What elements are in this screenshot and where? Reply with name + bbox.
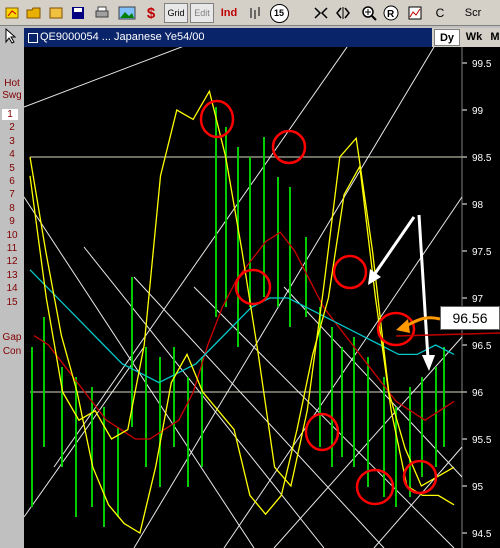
tab-daily[interactable]: Dy	[434, 29, 460, 46]
trendline	[24, 47, 183, 108]
window-icon	[28, 33, 38, 43]
chart-type-icon[interactable]	[406, 3, 424, 23]
white-arrow	[417, 214, 430, 360]
svg-text:R: R	[387, 9, 395, 20]
save-icon[interactable]	[68, 3, 88, 23]
swing-number-9[interactable]: 9	[0, 216, 24, 227]
swing-label: Swg	[2, 90, 22, 101]
con-label[interactable]: Con	[0, 346, 24, 357]
swing-number-7[interactable]: 7	[0, 189, 24, 200]
window-title: QE9000054 ... Japanese Ye54/00	[40, 31, 205, 43]
trendline	[24, 346, 145, 518]
gap-label[interactable]: Gap	[0, 332, 24, 343]
swing-number-6[interactable]: 6	[0, 176, 24, 187]
tab-monthly[interactable]: M	[488, 29, 500, 46]
scroll-button[interactable]: Scr	[460, 3, 486, 23]
swing-number-13[interactable]: 13	[0, 270, 24, 281]
swing-number-15[interactable]: 15	[0, 297, 24, 308]
annotation-circle	[332, 254, 368, 290]
swing-number-10[interactable]: 10	[0, 230, 24, 241]
expand-icon[interactable]	[334, 3, 352, 23]
zoom-icon[interactable]	[360, 3, 378, 23]
y-tick-label: 98.5	[472, 153, 492, 164]
annotation-circle	[355, 468, 395, 506]
grid-button[interactable]: Grid	[164, 3, 188, 23]
chart-window-titlebar[interactable]: QE9000054 ... Japanese Ye54/00	[24, 28, 432, 47]
y-tick-label: 95.5	[472, 435, 492, 446]
swing-number-2[interactable]: 2	[0, 122, 24, 133]
y-tick-label: 96.5	[472, 341, 492, 352]
white-arrow	[372, 216, 416, 276]
y-tick-label: 97.5	[472, 247, 492, 258]
y-tick-label: 98	[472, 200, 484, 211]
annotation-circle	[304, 412, 340, 452]
y-tick-label: 99	[472, 106, 484, 117]
y-tick-label: 99.5	[472, 59, 492, 70]
pointer-tool-icon[interactable]	[4, 27, 18, 49]
yellow-envelope-upper-line	[29, 89, 455, 488]
swing-number-5[interactable]: 5	[0, 163, 24, 174]
hot-label: Hot	[4, 78, 20, 89]
swing-number-1[interactable]: 1	[2, 109, 18, 120]
tab-weekly[interactable]: Wk	[462, 29, 486, 46]
callout-arrow-head	[396, 319, 410, 333]
swing-number-12[interactable]: 12	[0, 256, 24, 267]
bars-icon[interactable]	[246, 3, 264, 23]
interval-value: 15	[269, 3, 289, 23]
y-tick-label: 96	[472, 388, 484, 399]
dollar-button[interactable]: $	[144, 3, 158, 23]
y-tick-label: 95	[472, 482, 484, 493]
refresh-icon[interactable]: R	[382, 3, 400, 23]
interval-button[interactable]: 15	[268, 3, 290, 23]
price-chart[interactable]: 99.5 99 98.5 98 97.5 97 96.5 96 95.5 95 94.5	[24, 47, 500, 548]
trendline	[133, 276, 385, 548]
annotation-circle	[402, 459, 438, 495]
open-icon[interactable]	[46, 3, 66, 23]
swing-number-8[interactable]: 8	[0, 203, 24, 214]
new-chart-icon[interactable]	[2, 3, 22, 23]
print-icon[interactable]	[92, 3, 112, 23]
period-tabs: Dy Wk M	[432, 28, 500, 47]
white-arrow-head	[422, 355, 435, 371]
swing-number-14[interactable]: 14	[0, 283, 24, 294]
edit-button[interactable]: Edit	[190, 3, 214, 23]
toolbar: $ Grid Edit Ind 15 R C Scr	[0, 0, 500, 26]
trendline	[83, 246, 325, 548]
c-button[interactable]: C	[434, 3, 446, 23]
y-tick-label: 94.5	[472, 529, 492, 540]
compress-icon[interactable]	[312, 3, 330, 23]
indicator-button[interactable]: Ind	[218, 3, 240, 23]
swing-number-11[interactable]: 11	[0, 243, 24, 254]
open-folder-icon[interactable]	[24, 3, 44, 23]
price-callout: 96.56	[440, 306, 500, 330]
y-tick-label: 97	[472, 294, 484, 305]
swing-number-4[interactable]: 4	[0, 149, 24, 160]
image-icon[interactable]	[116, 3, 138, 23]
cyan-moving-average-line	[29, 269, 455, 384]
swing-number-3[interactable]: 3	[0, 136, 24, 147]
